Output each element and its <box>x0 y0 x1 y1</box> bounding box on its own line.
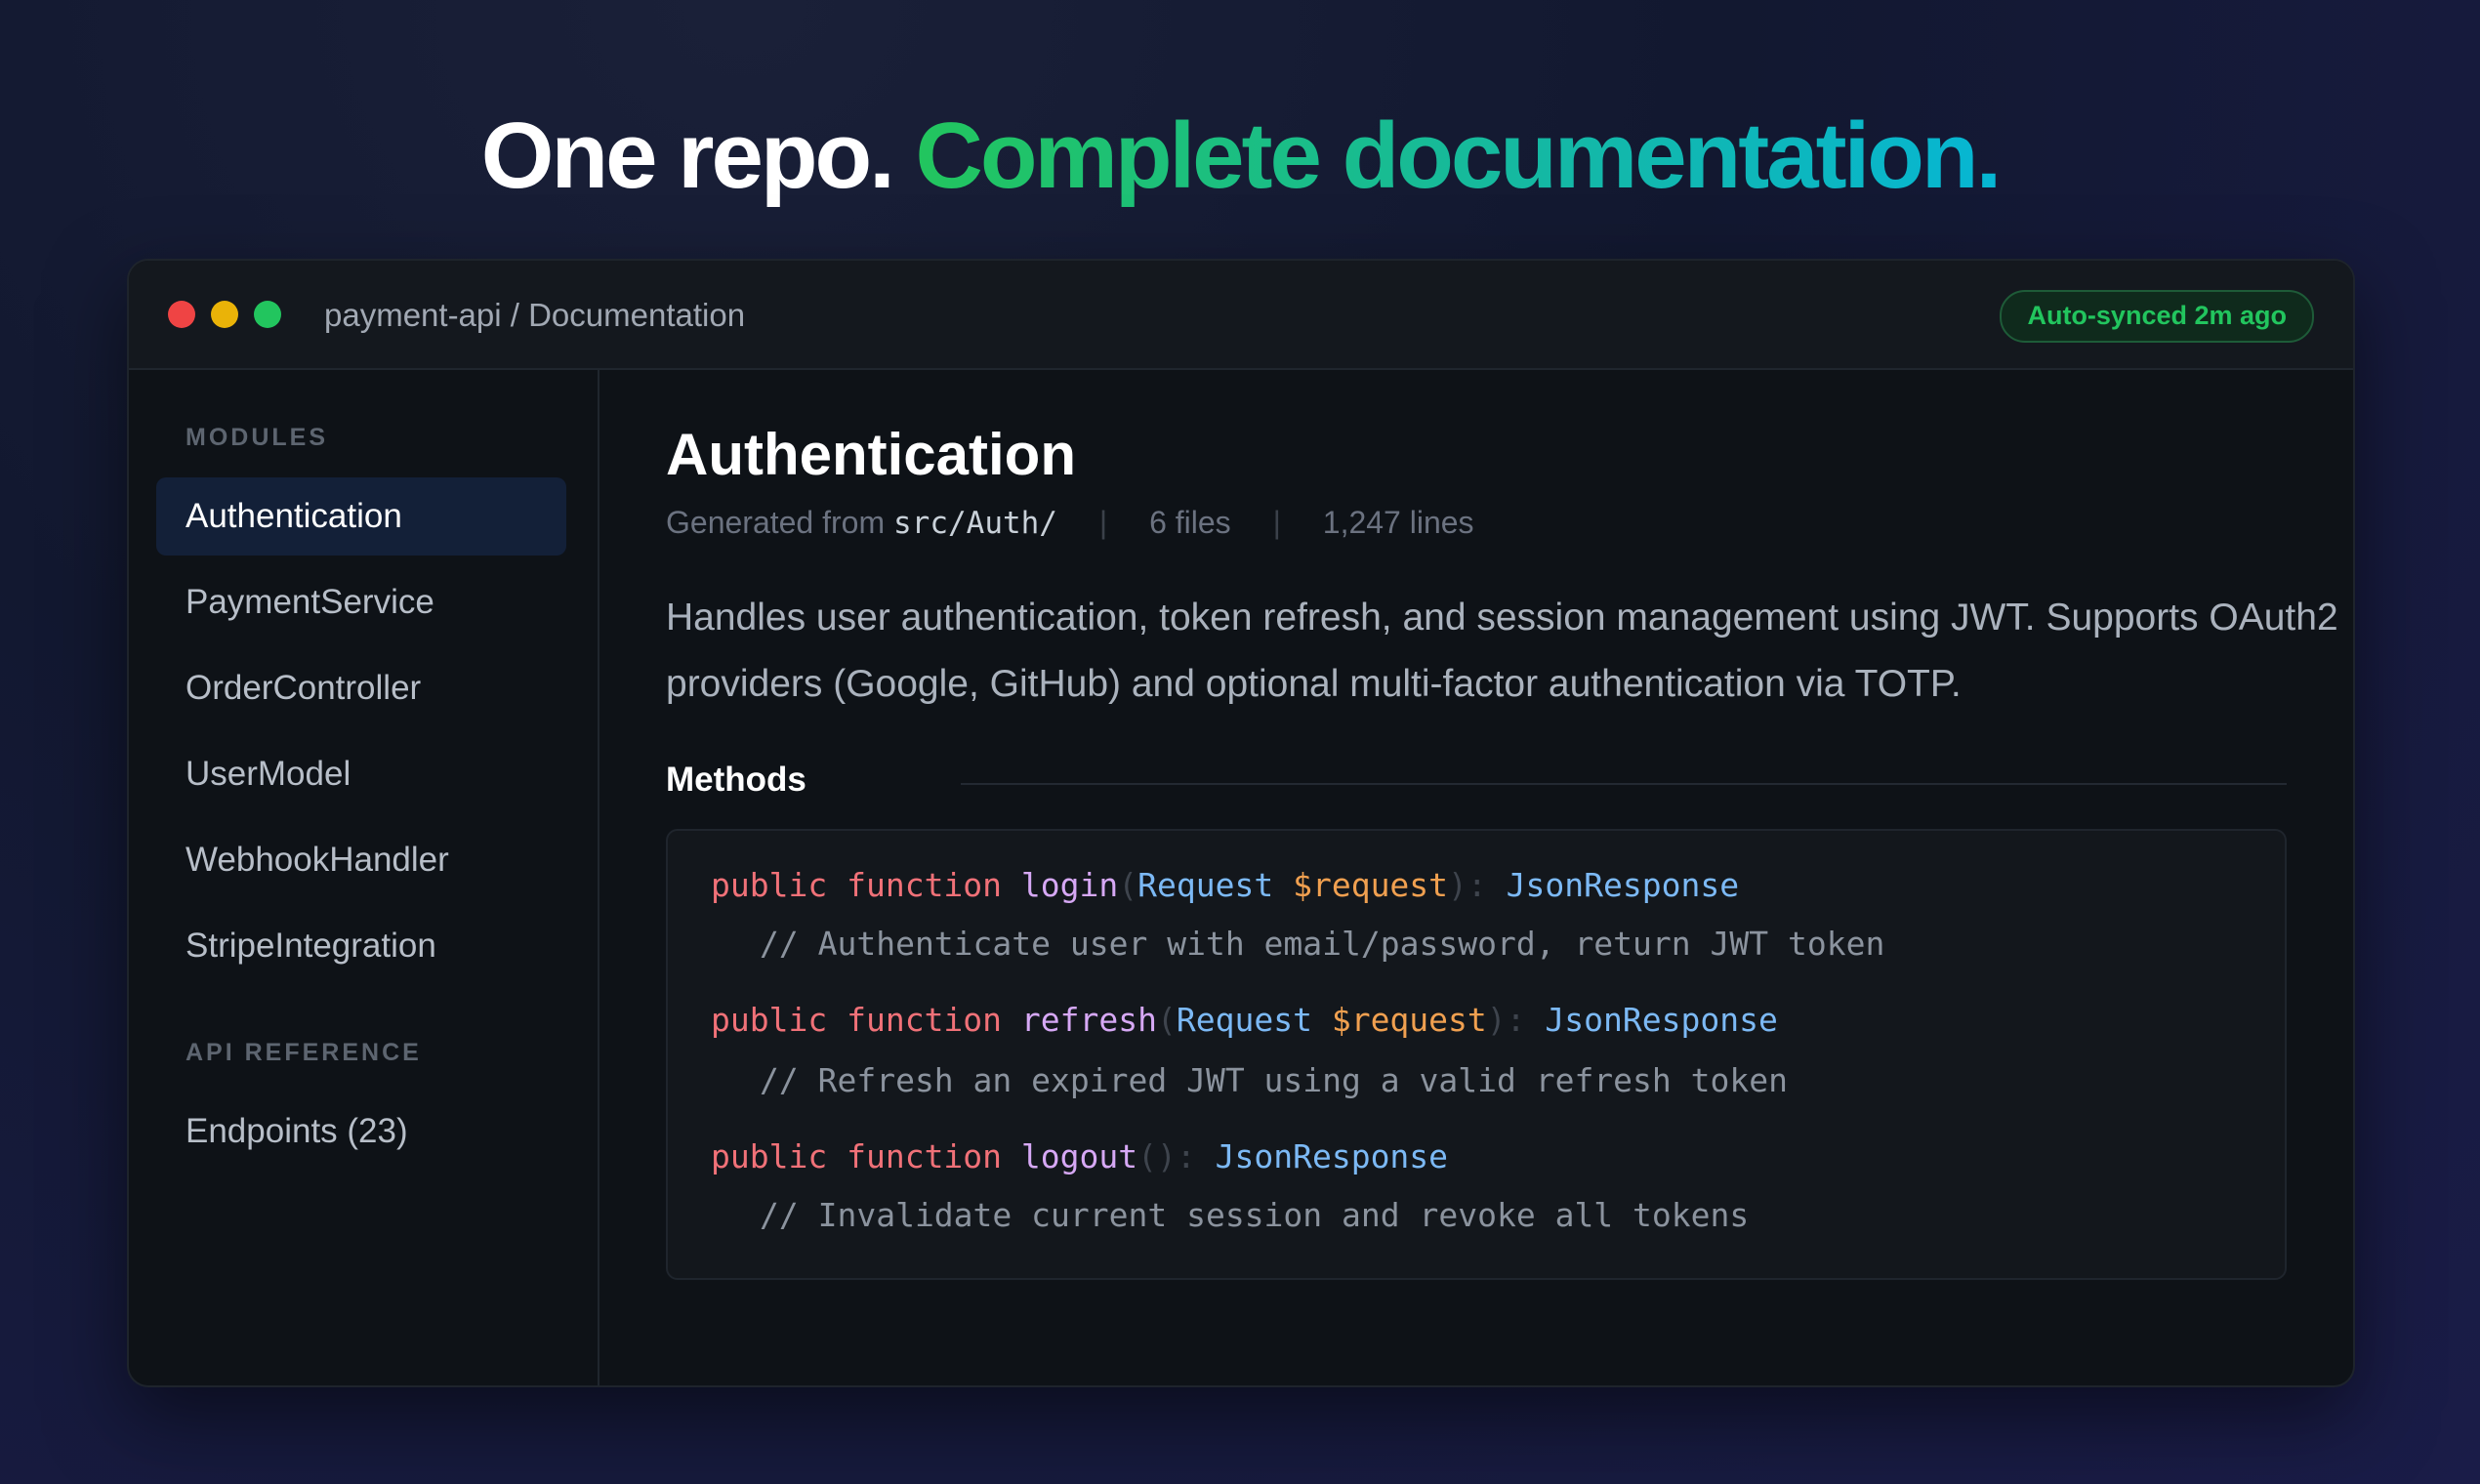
app-window: payment-api / Documentation Auto-synced … <box>127 259 2355 1387</box>
line-count: 1,247 lines <box>1322 505 1474 540</box>
method-comment-login: // Authenticate user with email/password… <box>760 925 1885 963</box>
code-param-type: Request <box>1176 1001 1312 1039</box>
sidebar-item-usermodel[interactable]: UserModel <box>156 735 566 813</box>
methods-code-block: public function login(Request $request):… <box>666 829 2287 1280</box>
api-reference-section-label: API REFERENCE <box>186 1039 422 1066</box>
module-description: Handles user authentication, token refre… <box>666 597 2338 705</box>
maximize-window-button[interactable] <box>254 301 281 328</box>
sidebar-item-authentication[interactable]: Authentication <box>156 477 566 556</box>
method-signature-login: public function login(Request $request):… <box>711 866 1739 905</box>
code-modifier: public <box>711 866 828 904</box>
code-param-name: $request <box>1331 1001 1487 1039</box>
sidebar: MODULES Authentication PaymentService Or… <box>129 370 599 1385</box>
breadcrumb: payment-api / Documentation <box>324 297 746 333</box>
code-return-type: JsonResponse <box>1506 866 1740 904</box>
code-punctuation: ( <box>1118 866 1138 904</box>
title-bar: payment-api / Documentation Auto-synced … <box>129 261 2353 370</box>
method-signature-refresh: public function refresh(Request $request… <box>711 1001 1778 1040</box>
headline-part-1: One repo. <box>480 103 895 208</box>
main-content: Authentication Generated from src/Auth/ … <box>599 370 2353 1385</box>
close-window-button[interactable] <box>168 301 195 328</box>
method-comment-refresh: // Refresh an expired JWT using a valid … <box>760 1061 1788 1099</box>
sidebar-item-paymentservice[interactable]: PaymentService <box>156 563 566 641</box>
code-punctuation: ( <box>1157 1001 1177 1039</box>
file-count: 6 files <box>1149 505 1231 540</box>
code-param-type: Request <box>1137 866 1274 904</box>
meta-separator: | <box>1098 505 1108 540</box>
code-function-name: refresh <box>1020 1001 1157 1039</box>
code-keyword: function <box>847 866 1003 904</box>
sidebar-item-ordercontroller[interactable]: OrderController <box>156 649 566 727</box>
page-title: Authentication <box>666 422 1076 487</box>
methods-heading: Methods <box>666 761 806 799</box>
modules-section-label: MODULES <box>186 424 328 451</box>
code-modifier: public <box>711 1137 828 1175</box>
meta-separator: | <box>1272 505 1281 540</box>
sidebar-item-endpoints[interactable]: Endpoints (23) <box>156 1092 566 1171</box>
method-signature-logout: public function logout(): JsonResponse <box>711 1137 1448 1176</box>
code-modifier: public <box>711 1001 828 1039</box>
source-path: src/Auth/ <box>893 506 1057 541</box>
divider <box>961 783 2287 785</box>
code-function-name: logout <box>1020 1137 1138 1175</box>
doc-metadata: Generated from src/Auth/ | 6 files | 1,2… <box>666 505 1474 541</box>
code-return-type: JsonResponse <box>1215 1137 1449 1175</box>
sidebar-item-stripeintegration[interactable]: StripeIntegration <box>156 907 566 985</box>
minimize-window-button[interactable] <box>211 301 238 328</box>
sync-status-badge: Auto-synced 2m ago <box>2000 290 2314 343</box>
sidebar-item-webhookhandler[interactable]: WebhookHandler <box>156 821 566 899</box>
headline-part-2: Complete documentation. <box>915 103 2003 208</box>
code-keyword: function <box>847 1137 1003 1175</box>
code-function-name: login <box>1020 866 1119 904</box>
code-keyword: function <box>847 1001 1003 1039</box>
code-punctuation: ): <box>1448 866 1487 904</box>
code-return-type: JsonResponse <box>1545 1001 1778 1039</box>
method-comment-logout: // Invalidate current session and revoke… <box>760 1196 1750 1234</box>
code-param-name: $request <box>1293 866 1449 904</box>
generated-from-label: Generated from <box>666 505 886 540</box>
code-punctuation: (): <box>1137 1137 1196 1175</box>
code-punctuation: ): <box>1486 1001 1526 1039</box>
headline: One repo. Complete documentation. <box>0 98 2480 215</box>
